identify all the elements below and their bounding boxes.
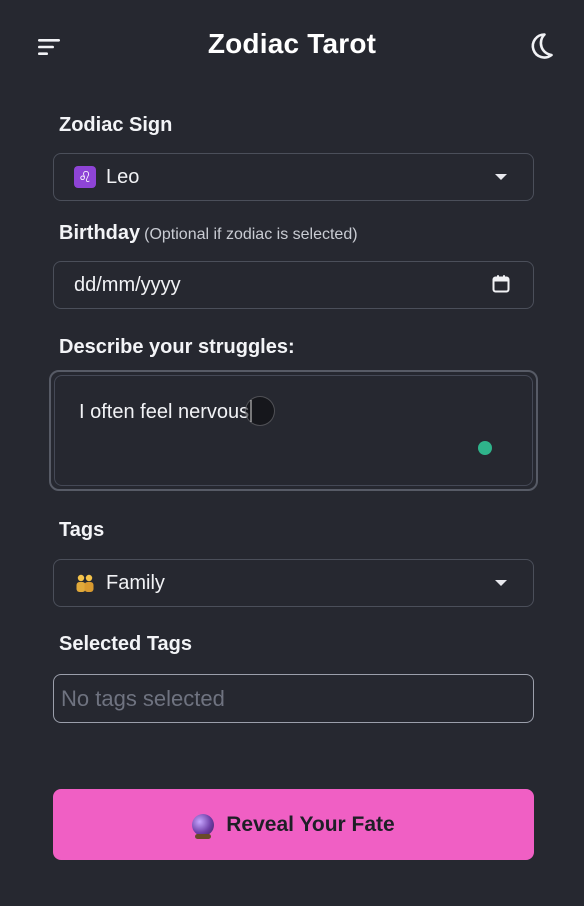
family-icon (74, 572, 96, 594)
struggles-text: I often feel nervous (79, 401, 250, 423)
birthday-hint: (Optional if zodiac is selected) (144, 226, 358, 243)
tags-select[interactable]: Family (53, 559, 534, 607)
reveal-your-fate-button[interactable]: Reveal Your Fate (53, 789, 534, 860)
calendar-icon[interactable] (491, 274, 511, 294)
leo-icon: ♌ (74, 166, 96, 188)
app-root: Zodiac Tarot Zodiac Sign ♌ Leo Birthday(… (0, 0, 584, 906)
reveal-button-label: Reveal Your Fate (226, 812, 395, 836)
status-dot-icon (478, 441, 492, 455)
selected-tags-label: Selected Tags (59, 633, 193, 655)
struggles-textarea[interactable]: I often feel nervous (54, 375, 533, 486)
moon-icon[interactable] (524, 30, 556, 62)
header: Zodiac Tarot (0, 0, 584, 94)
crystal-ball-icon (192, 813, 215, 839)
birthday-placeholder: dd/mm/yyyy (74, 273, 181, 296)
birthday-date-input[interactable]: dd/mm/yyyy (53, 261, 534, 309)
birthday-label: Birthday (Optional if zodiac is selected) (59, 222, 358, 245)
page-title: Zodiac Tarot (207, 28, 377, 59)
struggles-label: Describe your struggles: (59, 336, 295, 358)
tags-value: Family (106, 571, 165, 594)
selected-tags-placeholder: No tags selected (61, 685, 225, 711)
selected-tags-box[interactable]: No tags selected (53, 674, 534, 723)
tags-label: Tags (59, 519, 105, 541)
zodiac-sign-select[interactable]: ♌ Leo (53, 153, 534, 201)
zodiac-sign-label: Zodiac Sign (59, 114, 173, 136)
zodiac-sign-value: Leo (106, 165, 140, 188)
struggles-textarea-focus-ring: I often feel nervous (49, 370, 538, 491)
theme-toggle-button[interactable] (522, 28, 558, 64)
chevron-down-icon (495, 580, 507, 586)
birthday-label-text: Birthday (59, 222, 141, 244)
chevron-down-icon (495, 174, 507, 180)
mouse-pointer (245, 396, 275, 426)
